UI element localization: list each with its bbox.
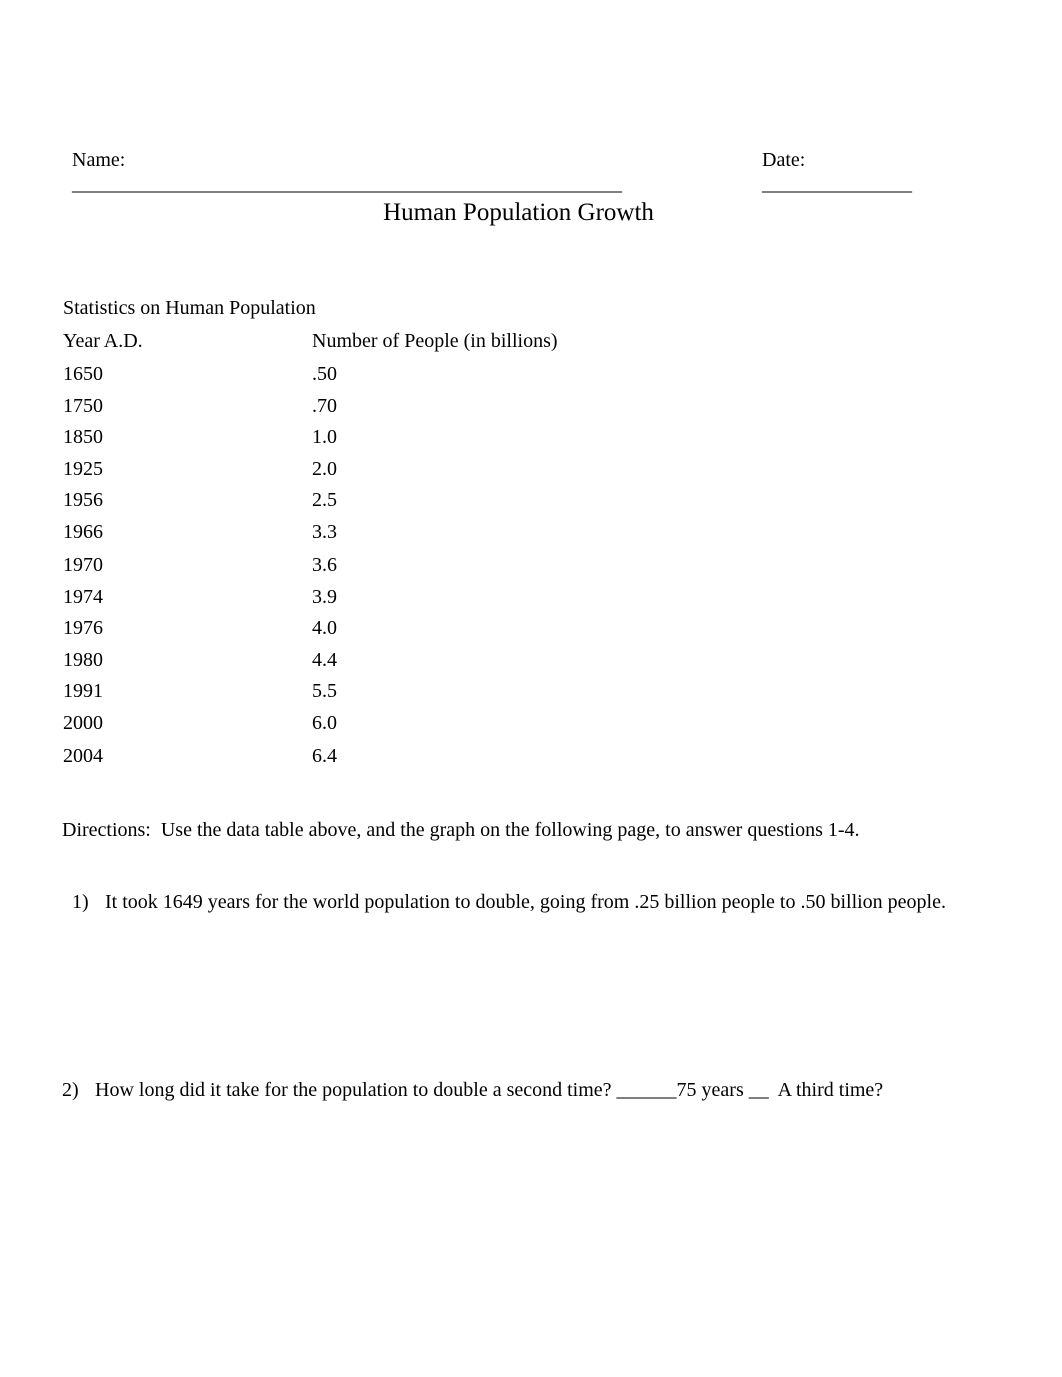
table-cell-year: 2004 [63,745,103,767]
table-cell-people: 3.9 [312,586,337,608]
date-field[interactable]: Date: _______________ [752,124,912,196]
table-cell-people: 6.0 [312,712,337,734]
table-cell-people: 2.0 [312,458,337,480]
table-cell-year: 1980 [63,649,103,671]
table-cell-people: 3.3 [312,521,337,543]
table-cell-people: 4.0 [312,617,337,639]
table-cell-year: 2000 [63,712,103,734]
column-header-people: Number of People (in billions) [312,330,558,352]
table-cell-year: 1925 [63,458,103,480]
page-title: Human Population Growth [383,199,654,226]
table-cell-year: 1956 [63,489,103,511]
table-caption: Statistics on Human Population [63,297,316,319]
question-2: 2) How long did it take for the populatio… [62,1078,883,1102]
table-cell-year: 1850 [63,426,103,448]
date-label: Date: [762,149,806,171]
name-field[interactable]: Name: __________________________________… [62,124,622,196]
table-cell-people: 2.5 [312,489,337,511]
table-cell-year: 1966 [63,521,103,543]
table-cell-year: 1970 [63,554,103,576]
table-cell-people: .50 [312,363,337,385]
table-cell-people: 3.6 [312,554,337,576]
directions-text: Directions: Use the data table above, an… [62,819,860,841]
table-cell-people: .70 [312,395,337,417]
question-1: 1) It took 1649 years for the world popul… [62,866,946,914]
table-cell-year: 1991 [63,680,103,702]
table-cell-people: 4.4 [312,649,337,671]
name-blank[interactable]: ________________________________________… [72,173,622,195]
column-header-year: Year A.D. [63,330,143,352]
question-text: How long did it take for the population … [95,1079,884,1101]
table-cell-people: 1.0 [312,426,337,448]
table-cell-year: 1650 [63,363,103,385]
question-number: 2) [62,1079,79,1101]
question-text: It took 1649 years for the world populat… [105,891,946,913]
table-cell-year: 1974 [63,586,103,608]
table-cell-people: 5.5 [312,680,337,702]
table-cell-year: 1976 [63,617,103,639]
table-cell-year: 1750 [63,395,103,417]
table-cell-people: 6.4 [312,745,337,767]
name-label: Name: [72,149,126,171]
date-blank[interactable]: _______________ [762,173,912,195]
question-number: 1) [72,891,89,913]
